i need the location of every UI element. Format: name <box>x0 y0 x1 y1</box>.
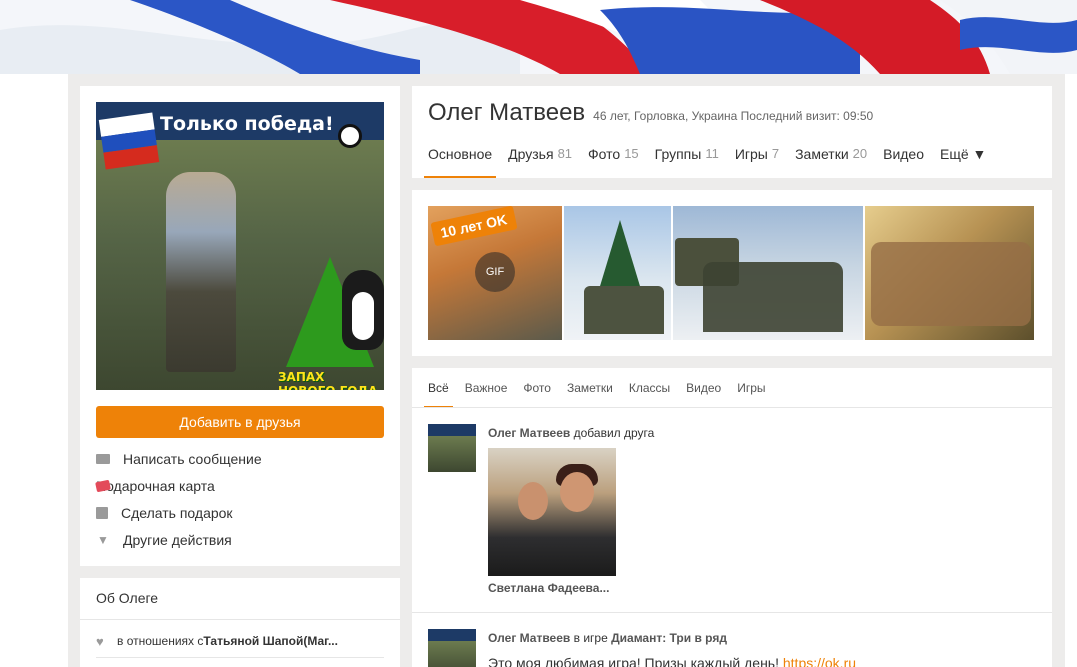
photo-thumbnail[interactable]: 10 лет OK GIF <box>428 206 562 340</box>
divider <box>412 407 1052 408</box>
gift-icon <box>96 506 108 519</box>
avatar-person <box>166 172 236 372</box>
feed-item-header: Олег Матвеев добавил друга <box>488 426 654 440</box>
tab-label: Игры <box>734 146 768 162</box>
tab-count: 20 <box>852 146 868 161</box>
gif-play-icon[interactable]: GIF <box>475 252 515 292</box>
relationship-line: ♥ в отношениях с Татьяной Шапой(Маг... <box>96 634 338 648</box>
tab-label: Ещё ▼ <box>940 146 987 162</box>
send-message-label: Написать сообщение <box>123 450 262 467</box>
tab-count: 11 <box>705 146 719 161</box>
tab-main[interactable]: Основное <box>424 143 497 178</box>
tab-photos[interactable]: Фото 15 <box>584 143 643 178</box>
feed-author-avatar[interactable] <box>428 424 476 472</box>
tab-count: 81 <box>557 146 573 161</box>
photo-people <box>584 286 664 334</box>
photo-thumbnail[interactable] <box>673 206 863 340</box>
gift-card-icon <box>95 479 111 492</box>
feed-tab-all[interactable]: Всё <box>424 381 453 408</box>
tab-label: Основное <box>428 146 493 162</box>
feed-author-avatar[interactable] <box>428 629 476 667</box>
feed-tabs: Всё Важное Фото Заметки Классы Видео Игр… <box>424 381 778 408</box>
other-actions-label: Другие действия <box>123 531 232 548</box>
feed-author-link[interactable]: Олег Матвеев <box>488 426 570 440</box>
photo-people <box>703 262 843 332</box>
relationship-prefix: в отношениях с <box>117 634 204 648</box>
profile-name-line: Олег Матвеев 46 лет, Горловка, Украина П… <box>428 99 873 127</box>
profile-actions-list: Написать сообщение Подарочная карта Сдел… <box>95 445 384 553</box>
gift-card-label: Подарочная карта <box>96 477 215 494</box>
penguin-icon <box>342 270 384 350</box>
profile-tabs: Основное Друзья 81 Фото 15 Группы 11 Игры 7 … <box>424 143 998 178</box>
about-title: Об Олеге <box>96 590 159 606</box>
feed-action-text: в игре <box>570 631 612 645</box>
tab-groups[interactable]: Группы 11 <box>651 143 723 178</box>
feed-item-body: Это моя любимая игра! Призы каждый день! <box>488 655 783 667</box>
photo-thumbnail[interactable] <box>865 206 1034 340</box>
tab-games[interactable]: Игры 7 <box>731 143 783 178</box>
soccer-ball-icon <box>338 124 362 148</box>
russia-flag-icon <box>98 112 160 170</box>
tab-friends[interactable]: Друзья 81 <box>504 143 576 178</box>
feed-item-text: Это моя любимая игра! Призы каждый день!… <box>488 655 856 667</box>
other-actions-action[interactable]: ▼ Другие действия <box>96 526 384 553</box>
photo-thumbnail[interactable] <box>564 206 671 340</box>
make-gift-label: Сделать подарок <box>121 504 233 521</box>
avatar-promo-text: Только победа! <box>160 113 334 135</box>
tab-label: Друзья <box>508 146 554 162</box>
tab-label: Заметки <box>795 146 849 162</box>
feed-game-link[interactable]: Диамант: Три в ряд <box>611 631 727 645</box>
feed-action-text: добавил друга <box>570 426 655 440</box>
feed-tab-important[interactable]: Важное <box>461 381 512 408</box>
anniversary-badge: 10 лет OK <box>430 206 518 247</box>
feed-author-link[interactable]: Олег Матвеев <box>488 631 570 645</box>
tab-notes[interactable]: Заметки 20 <box>791 143 871 178</box>
send-message-action[interactable]: Написать сообщение <box>96 445 384 472</box>
feed-tab-likes[interactable]: Классы <box>625 381 674 408</box>
friend-photo[interactable] <box>488 448 616 576</box>
avatar-frame-caption: ЗАПАХ НОВОГО ГОДА <box>278 370 377 390</box>
tab-label: Фото <box>588 146 621 162</box>
tab-count: 15 <box>624 146 639 161</box>
tab-video[interactable]: Видео <box>879 143 928 178</box>
feed-item-header: Олег Матвеев в игре Диамант: Три в ряд <box>488 631 727 645</box>
friend-photo-face <box>560 472 594 512</box>
add-friend-button[interactable]: Добавить в друзья <box>96 406 384 438</box>
tab-more[interactable]: Ещё ▼ <box>936 143 990 178</box>
photo-people <box>871 242 1031 326</box>
tab-label: Видео <box>883 146 925 162</box>
divider <box>96 657 384 658</box>
feed-item-link[interactable]: https://ok.ru <box>783 655 856 667</box>
tab-label: Группы <box>654 146 702 162</box>
gift-card-action[interactable]: Подарочная карта <box>95 472 384 499</box>
friend-name-link[interactable]: Светлана Фадеева... <box>488 581 609 595</box>
tab-count: 7 <box>771 146 780 161</box>
make-gift-action[interactable]: Сделать подарок <box>96 499 384 526</box>
profile-banner <box>0 0 1077 74</box>
relationship-partner-link[interactable]: Татьяной Шапой(Маг... <box>203 634 338 648</box>
chevron-down-icon: ▼ <box>97 532 109 547</box>
mail-icon <box>96 453 110 464</box>
hearts-icon: ♥ <box>96 633 104 649</box>
divider <box>412 612 1052 613</box>
profile-meta: 46 лет, Горловка, Украина Последний визи… <box>593 109 874 123</box>
feed-tab-video[interactable]: Видео <box>682 381 725 408</box>
friend-photo-face <box>518 482 548 520</box>
feed-tab-photos[interactable]: Фото <box>519 381 555 408</box>
profile-name: Олег Матвеев <box>428 99 586 126</box>
divider <box>80 619 400 620</box>
feed-tab-notes[interactable]: Заметки <box>563 381 617 408</box>
feed-tab-games[interactable]: Игры <box>733 381 769 408</box>
profile-avatar[interactable]: Только победа! ЗАПАХ НОВОГО ГОДА <box>96 102 384 390</box>
